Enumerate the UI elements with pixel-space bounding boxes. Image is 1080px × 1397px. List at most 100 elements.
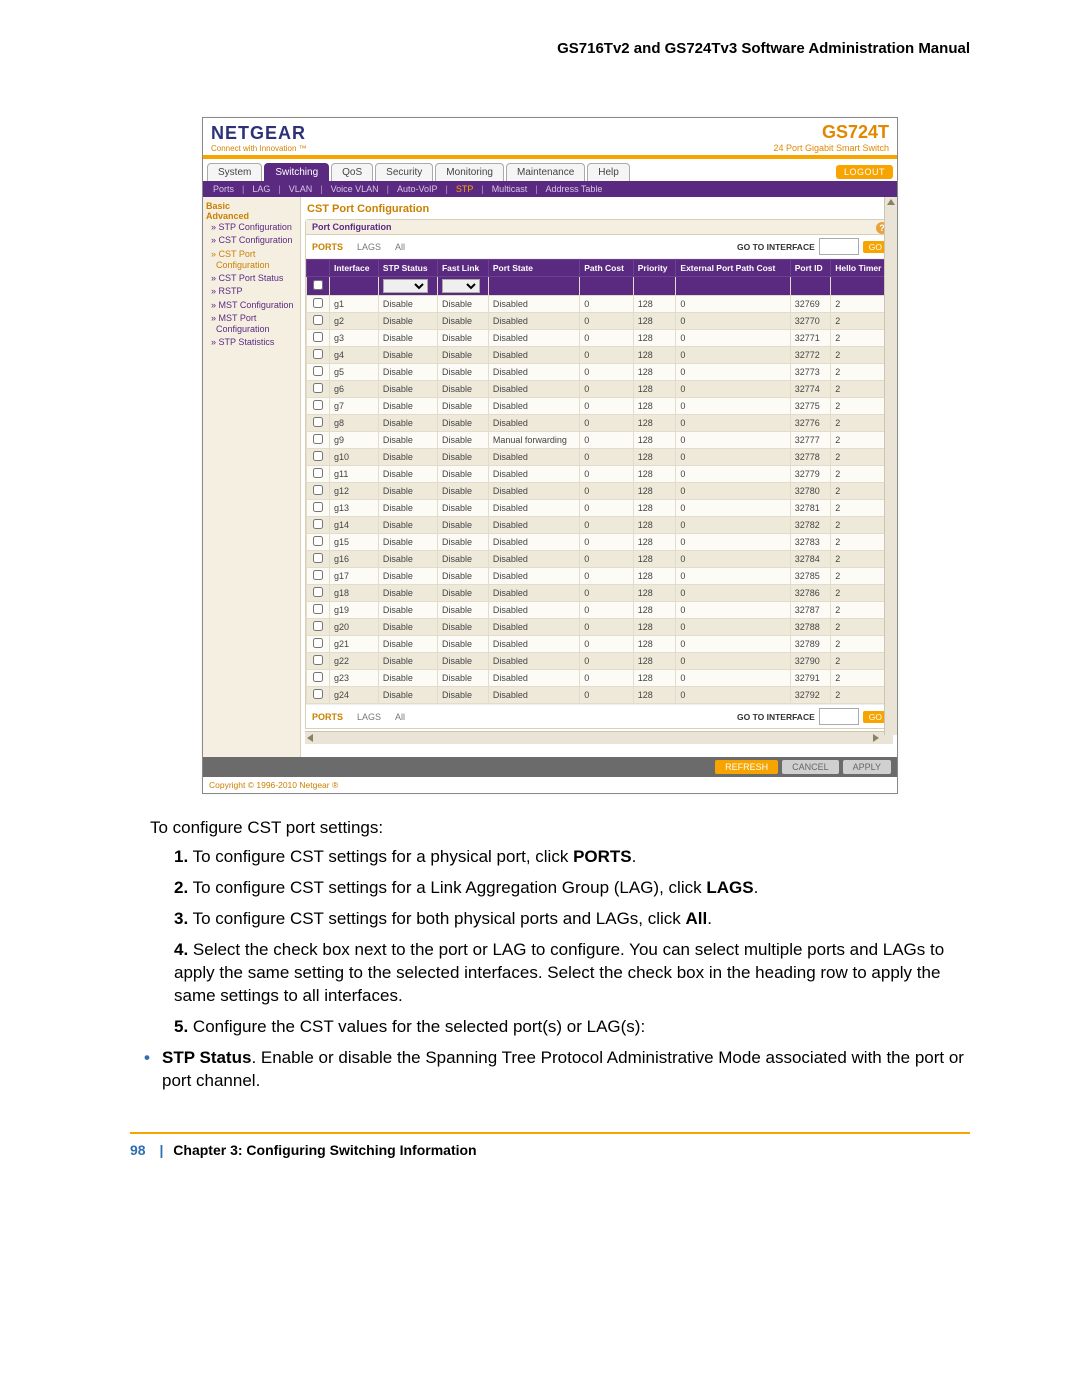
cell-stp: Disable	[378, 636, 437, 653]
select-all-checkbox[interactable]	[313, 280, 323, 290]
tab-qos[interactable]: QoS	[331, 163, 373, 181]
table-row: g5DisableDisableDisabled01280327732	[307, 364, 892, 381]
cell-pathcost: 0	[580, 500, 634, 517]
col-header	[307, 260, 330, 277]
row-checkbox[interactable]	[313, 383, 323, 393]
brand-logo: NETGEAR	[211, 123, 307, 144]
row-checkbox[interactable]	[313, 621, 323, 631]
filter-lags[interactable]: LAGS	[357, 242, 381, 252]
subnav-auto-voip[interactable]: Auto-VoIP	[393, 184, 442, 194]
cell-extpathcost: 0	[676, 381, 790, 398]
cell-pathcost: 0	[580, 483, 634, 500]
cell-priority: 128	[633, 585, 676, 602]
row-checkbox[interactable]	[313, 468, 323, 478]
cell-interface: g17	[330, 568, 379, 585]
tab-switching[interactable]: Switching	[264, 163, 329, 181]
row-checkbox[interactable]	[313, 451, 323, 461]
cancel-button[interactable]: CANCEL	[782, 760, 839, 774]
row-checkbox[interactable]	[313, 604, 323, 614]
page-number: 98	[130, 1142, 146, 1158]
tab-monitoring[interactable]: Monitoring	[435, 163, 504, 181]
row-checkbox[interactable]	[313, 536, 323, 546]
cell-portid: 32779	[790, 466, 831, 483]
cell-portid: 32791	[790, 670, 831, 687]
tab-system[interactable]: System	[207, 163, 262, 181]
sidebar-item[interactable]: » CST Port Configuration	[208, 248, 300, 273]
vertical-scrollbar[interactable]	[884, 197, 897, 735]
subnav-ports[interactable]: Ports	[209, 184, 238, 194]
bullet-list: STP Status. Enable or disable the Spanni…	[130, 1047, 970, 1093]
row-checkbox[interactable]	[313, 672, 323, 682]
stp-status-select[interactable]	[383, 279, 428, 293]
row-checkbox[interactable]	[313, 315, 323, 325]
cell-portstate: Disabled	[488, 619, 579, 636]
subnav-lag[interactable]: LAG	[248, 184, 274, 194]
filter-lags-bot[interactable]: LAGS	[357, 712, 381, 722]
filter-ports[interactable]: PORTS	[312, 242, 343, 252]
row-checkbox[interactable]	[313, 519, 323, 529]
row-checkbox[interactable]	[313, 417, 323, 427]
row-checkbox[interactable]	[313, 689, 323, 699]
sidebar-item[interactable]: » MST Port Configuration	[208, 312, 300, 337]
cell-stp: Disable	[378, 347, 437, 364]
horizontal-scrollbar[interactable]	[305, 731, 893, 744]
subnav-vlan[interactable]: VLAN	[285, 184, 317, 194]
cell-fastlink: Disable	[437, 670, 488, 687]
col-header: External Port Path Cost	[676, 260, 790, 277]
cell-portstate: Disabled	[488, 415, 579, 432]
subnav-address-table[interactable]: Address Table	[542, 184, 607, 194]
row-checkbox[interactable]	[313, 298, 323, 308]
goto-input-bot[interactable]	[819, 708, 859, 725]
cell-portstate: Disabled	[488, 364, 579, 381]
row-checkbox[interactable]	[313, 502, 323, 512]
cell-extpathcost: 0	[676, 687, 790, 704]
row-checkbox[interactable]	[313, 587, 323, 597]
sidebar-item[interactable]: » RSTP	[208, 285, 300, 298]
tab-maintenance[interactable]: Maintenance	[506, 163, 585, 181]
cell-priority: 128	[633, 398, 676, 415]
table-row: g9DisableDisableManual forwarding0128032…	[307, 432, 892, 449]
sidebar-item[interactable]: » MST Configuration	[208, 299, 300, 312]
sidebar-item[interactable]: » CST Port Status	[208, 272, 300, 285]
row-checkbox[interactable]	[313, 366, 323, 376]
table-row: g7DisableDisableDisabled01280327752	[307, 398, 892, 415]
row-checkbox[interactable]	[313, 332, 323, 342]
cell-stp: Disable	[378, 534, 437, 551]
filter-all[interactable]: All	[395, 242, 405, 252]
tab-help[interactable]: Help	[587, 163, 630, 181]
cell-fastlink: Disable	[437, 381, 488, 398]
row-checkbox[interactable]	[313, 553, 323, 563]
cell-stp: Disable	[378, 687, 437, 704]
subnav-stp[interactable]: STP	[452, 184, 478, 194]
logout-button[interactable]: LOGOUT	[836, 165, 893, 179]
cell-portid: 32772	[790, 347, 831, 364]
cell-hellotimer: 2	[831, 670, 892, 687]
sidebar-item[interactable]: » CST Configuration	[208, 234, 300, 247]
subnav-voice-vlan[interactable]: Voice VLAN	[327, 184, 383, 194]
fast-link-select[interactable]	[442, 279, 480, 293]
cell-pathcost: 0	[580, 602, 634, 619]
subnav-multicast[interactable]: Multicast	[488, 184, 532, 194]
row-checkbox[interactable]	[313, 570, 323, 580]
cell-stp: Disable	[378, 568, 437, 585]
row-checkbox[interactable]	[313, 434, 323, 444]
row-checkbox[interactable]	[313, 485, 323, 495]
sidebar-item[interactable]: » STP Statistics	[208, 336, 300, 349]
sidebar-item[interactable]: » STP Configuration	[208, 221, 300, 234]
refresh-button[interactable]: REFRESH	[715, 760, 778, 774]
cell-priority: 128	[633, 313, 676, 330]
tab-security[interactable]: Security	[375, 163, 433, 181]
filter-ports-bot[interactable]: PORTS	[312, 712, 343, 722]
cell-pathcost: 0	[580, 364, 634, 381]
filter-all-bot[interactable]: All	[395, 712, 405, 722]
row-checkbox[interactable]	[313, 349, 323, 359]
cell-portstate: Disabled	[488, 602, 579, 619]
row-checkbox[interactable]	[313, 655, 323, 665]
cell-interface: g2	[330, 313, 379, 330]
apply-button[interactable]: APPLY	[843, 760, 891, 774]
cell-priority: 128	[633, 347, 676, 364]
goto-input[interactable]	[819, 238, 859, 255]
row-checkbox[interactable]	[313, 638, 323, 648]
cell-hellotimer: 2	[831, 602, 892, 619]
row-checkbox[interactable]	[313, 400, 323, 410]
